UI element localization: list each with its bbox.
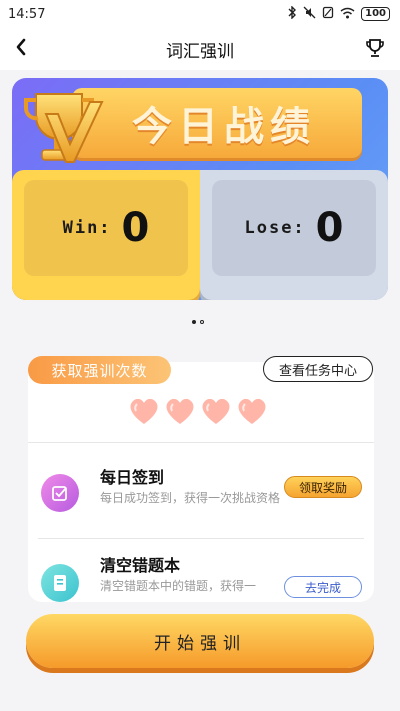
today-record-card: 今日战绩 Win: 0 Lose: 0 [12, 78, 388, 300]
win-card: Win: 0 [12, 170, 200, 300]
mistake-book-icon [41, 564, 79, 602]
page-dot-active [192, 320, 196, 324]
page-indicator [192, 320, 204, 324]
mute-icon [303, 6, 316, 22]
task-title: 每日签到 [100, 468, 165, 487]
heart-icon [236, 396, 268, 430]
heart-icon [164, 396, 196, 430]
lose-count: 0 [315, 205, 344, 251]
lose-panel: Lose: 0 [212, 180, 376, 276]
bluetooth-icon [287, 5, 297, 22]
checkin-icon [41, 474, 79, 512]
task-title: 清空错题本 [100, 556, 181, 575]
task-panel: 每日签到 每日成功签到，获得一次挑战资格 领取奖励 清空错题本 清空错题本中的错… [28, 362, 374, 602]
win-panel: Win: 0 [24, 180, 188, 276]
heart-icon [200, 396, 232, 430]
page-dot [200, 320, 204, 324]
task-item-daily-checkin: 每日签到 每日成功签到，获得一次挑战资格 领取奖励 [28, 454, 374, 534]
trophy-icon[interactable] [364, 37, 386, 63]
heart-icon [128, 396, 160, 430]
banner: 今日战绩 [72, 88, 362, 158]
banner-title: 今日战绩 [132, 103, 316, 150]
divider [38, 538, 364, 539]
get-training-chances-tag: 获取强训次数 [28, 356, 171, 384]
hearts-row [128, 396, 268, 430]
wifi-icon [340, 7, 355, 22]
win-label: Win: [62, 218, 112, 238]
battery-indicator: 100 [361, 7, 390, 21]
task-desc: 清空错题本中的错题，获得一 [100, 579, 257, 593]
task-item-clear-mistakes: 清空错题本 清空错题本中的错题，获得一 去完成 [28, 542, 374, 602]
task-center-button[interactable]: 查看任务中心 [263, 356, 373, 382]
lose-label: Lose: [244, 218, 306, 238]
nav-bar: 词汇强训 [0, 28, 400, 70]
sim-icon [322, 6, 334, 22]
status-time: 14:57 [8, 6, 46, 22]
status-icons: 100 [287, 5, 390, 22]
win-count: 0 [121, 205, 150, 251]
lose-card: Lose: 0 [200, 170, 388, 300]
page-title: 词汇强训 [166, 41, 234, 62]
divider [28, 442, 374, 443]
start-training-button[interactable]: 开始强训 [26, 614, 374, 668]
gold-trophy-icon [18, 84, 114, 176]
claim-reward-button[interactable]: 领取奖励 [284, 476, 362, 498]
task-desc: 每日成功签到，获得一次挑战资格 [100, 491, 281, 505]
status-bar: 14:57 100 [0, 0, 400, 28]
go-complete-button[interactable]: 去完成 [284, 576, 362, 598]
back-icon[interactable] [14, 36, 28, 64]
